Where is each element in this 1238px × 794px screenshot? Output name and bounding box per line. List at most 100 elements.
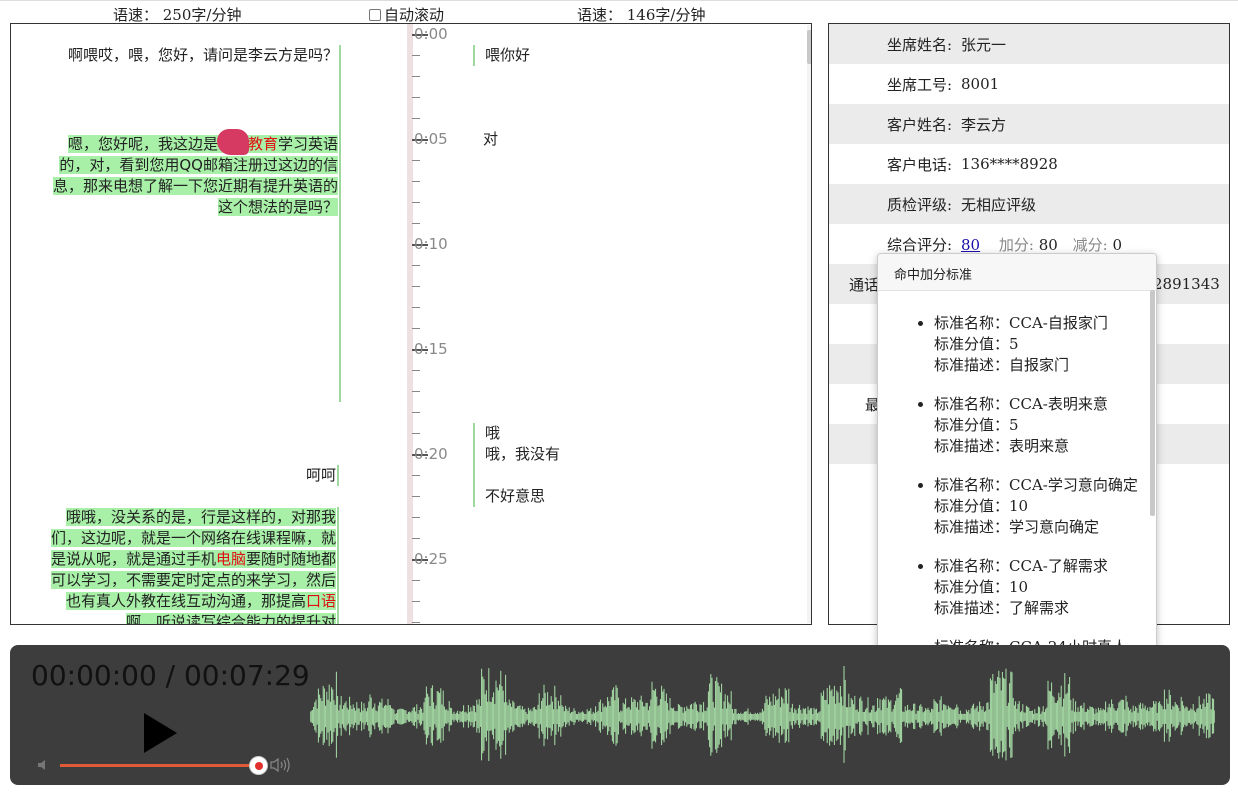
agent-utterance[interactable]: 呵呵 bbox=[29, 465, 339, 486]
timeline-label: 0:00 bbox=[414, 25, 448, 43]
info-value: 张元一 bbox=[961, 35, 1007, 54]
criteria-desc: 标准描述：学习意向确定 bbox=[934, 518, 1100, 536]
timeline-minor-tick bbox=[412, 76, 420, 77]
total-score-link[interactable]: 80 bbox=[961, 236, 980, 254]
utterance-text: 哦哦，没关系的是，行是这样的，对那我 bbox=[65, 508, 336, 526]
autoscroll-checkbox[interactable] bbox=[369, 8, 381, 21]
autoscroll-label: 自动滚动 bbox=[384, 6, 445, 24]
minus-value: 0 bbox=[1112, 235, 1122, 254]
audio-waveform[interactable] bbox=[310, 655, 1215, 775]
agent-utterance-line: 呵呵 bbox=[29, 465, 337, 486]
utterance-text: 可以学习，不需要定时定点的来学习，然后 bbox=[50, 571, 336, 589]
customer-utterance-line: 不好意思 bbox=[485, 487, 546, 505]
utterance-text: 也有真人外教在线互动沟通，那提高口语 bbox=[65, 592, 336, 610]
utterance-text: 呵呵 bbox=[305, 466, 336, 484]
info-label: 客户电话: bbox=[886, 155, 952, 174]
utterance-text: 的，对，看到您用QQ邮箱注册过这边的信 bbox=[59, 156, 338, 174]
transcript-scrollbar-thumb[interactable] bbox=[807, 30, 811, 64]
info-row: 质检评级: 无相应评级 bbox=[829, 184, 1229, 224]
info-value: 8001 bbox=[961, 75, 1000, 93]
criteria-score: 标准分值：5 bbox=[934, 416, 1019, 434]
agent-utterance-line: 嗯，您好呢，我这边是 教育学习英语 bbox=[29, 129, 339, 155]
utterance-text: 啊喂哎，喂，您好，请问是李云方是吗？ bbox=[67, 46, 338, 64]
info-row: 坐席姓名: 张元一 bbox=[829, 24, 1229, 64]
timeline-minor-tick bbox=[412, 328, 420, 329]
timeline-minor-tick bbox=[412, 601, 420, 602]
agent-utterance-line: 啊喂哎，喂，您好，请问是李云方是吗？ bbox=[29, 45, 339, 66]
info-label: 坐席姓名: bbox=[886, 35, 952, 54]
customer-utterance[interactable]: 对 bbox=[473, 129, 498, 150]
utterance-text: 嗯，您好呢，我这边是 教育学习英语 bbox=[67, 129, 338, 155]
utterance-text: 们，这边呢，就是一个网络在线课程嘛，就 bbox=[50, 529, 336, 547]
info-row: 客户姓名: 李云方 bbox=[829, 104, 1229, 144]
play-icon[interactable] bbox=[144, 713, 177, 753]
agent-utterance-line: 这个想法的是吗？ bbox=[29, 197, 339, 218]
popover-scrollbar-thumb[interactable] bbox=[1150, 290, 1155, 516]
volume-mute-icon[interactable] bbox=[37, 758, 51, 772]
timeline-minor-tick bbox=[412, 181, 420, 182]
agent-utterance-line: 们，这边呢，就是一个网络在线课程嘛，就 bbox=[29, 528, 337, 549]
transcript-panel[interactable]: 0:00 0:05 0:10 0:15 0:20 0:25 啊喂哎，喂，您好，请问是李云方… bbox=[10, 23, 812, 625]
criteria-name: 标准名称：CCA-学习意向确定 bbox=[934, 476, 1138, 494]
timeline-minor-tick bbox=[412, 223, 420, 224]
info-value: 136****8928 bbox=[961, 155, 1058, 173]
customer-speech-rate: 语速： 146字/分钟 bbox=[577, 6, 706, 24]
agent-utterance-line: 的，对，看到您用QQ邮箱注册过这边的信 bbox=[29, 155, 339, 176]
agent-utterance-line: 可以学习，不需要定时定点的来学习，然后 bbox=[29, 570, 337, 591]
score-label: 综合评分: bbox=[886, 235, 952, 254]
utterance-text: 息，那来电想了解一下您近期有提升英语的 bbox=[52, 177, 338, 195]
criteria-score: 标准分值：10 bbox=[934, 497, 1029, 515]
timeline-bar[interactable] bbox=[407, 24, 413, 624]
criteria-item: 标准名称：CCA-自报家门标准分值：5 标准描述：自报家门 bbox=[934, 313, 1139, 376]
criteria-score: 标准分值：5 bbox=[934, 335, 1019, 353]
volume-slider-handle[interactable] bbox=[249, 756, 268, 775]
agent-utterance[interactable]: 啊喂哎，喂，您好，请问是李云方是吗？ bbox=[29, 45, 339, 66]
timeline-minor-tick bbox=[412, 475, 420, 476]
autoscroll-toggle[interactable]: 自动滚动 bbox=[369, 4, 444, 25]
criteria-name: 标准名称：CCA-表明来意 bbox=[934, 395, 1108, 413]
info-label: 质检评级: bbox=[886, 195, 952, 214]
timeline-minor-tick bbox=[412, 286, 420, 287]
timeline-minor-tick bbox=[412, 307, 420, 308]
agent-utterance-line: 啊，听说读写综合能力的提升对 bbox=[29, 612, 337, 624]
criteria-score: 标准分值：10 bbox=[934, 578, 1029, 596]
transcript-scrollbar[interactable] bbox=[807, 25, 811, 623]
utterance-text: 是说从呢，就是通过手机电脑要随时随地都 bbox=[50, 550, 336, 568]
agent-utterance[interactable]: 嗯，您好呢，我这边是 教育学习英语 的，对，看到您用QQ邮箱注册过这边的信息，那来电… bbox=[29, 129, 339, 218]
info-row: 客户电话: 136****8928 bbox=[829, 144, 1229, 184]
criteria-item: 标准名称：CCA-了解需求标准分值：10 标准描述：了解需求 bbox=[934, 556, 1139, 619]
info-value: 无相应评级 bbox=[961, 195, 1037, 214]
utterance-text: 啊，听说读写综合能力的提升对 bbox=[125, 613, 336, 624]
criteria-item: 标准名称：CCA-表明来意标准分值：5 标准描述：表明来意 bbox=[934, 394, 1139, 457]
criteria-name: 标准名称：CCA-自报家门 bbox=[934, 314, 1108, 332]
info-label: 客户姓名: bbox=[886, 115, 952, 134]
popover-title: 命中加分标准 bbox=[878, 254, 1156, 291]
timeline-minor-tick bbox=[412, 496, 420, 497]
timeline-minor-tick bbox=[412, 265, 420, 266]
timeline-label: 0:05 bbox=[414, 130, 448, 148]
agent-utterance[interactable]: 哦哦，没关系的是，行是这样的，对那我们，这边呢，就是一个网络在线课程嘛，就 是说从… bbox=[29, 507, 339, 624]
info-value: 李云方 bbox=[961, 115, 1007, 134]
timeline-minor-tick bbox=[412, 202, 420, 203]
customer-utterance[interactable]: 喂你好 bbox=[473, 45, 530, 66]
criteria-desc: 标准描述：了解需求 bbox=[934, 599, 1070, 617]
agent-utterance-line: 息，那来电想了解一下您近期有提升英语的 bbox=[29, 176, 339, 197]
timeline-minor-tick bbox=[412, 580, 420, 581]
timeline-minor-tick bbox=[412, 55, 420, 56]
customer-utterance-line: 喂你好 bbox=[485, 46, 531, 64]
timeline-label: 0:20 bbox=[414, 445, 448, 463]
customer-utterance-line: 哦，我没有 bbox=[485, 445, 561, 463]
customer-utterance-line: 对 bbox=[483, 130, 499, 148]
redaction-mark bbox=[216, 129, 249, 155]
call-label-partial: 通话 bbox=[849, 275, 880, 294]
timeline-minor-tick bbox=[412, 118, 420, 119]
plus-value: 80 bbox=[1038, 235, 1058, 254]
customer-utterance[interactable]: 哦哦，我没有 不好意思 bbox=[473, 423, 560, 507]
agent-utterance-line: 哦哦，没关系的是，行是这样的，对那我 bbox=[29, 507, 337, 528]
keyword-hit: 电脑 bbox=[215, 550, 246, 568]
volume-up-icon[interactable] bbox=[270, 757, 292, 773]
timeline-minor-tick bbox=[412, 391, 420, 392]
keyword-hit: 口语 bbox=[305, 592, 336, 610]
timeline-minor-tick bbox=[412, 412, 420, 413]
volume-slider-track[interactable] bbox=[60, 764, 260, 767]
